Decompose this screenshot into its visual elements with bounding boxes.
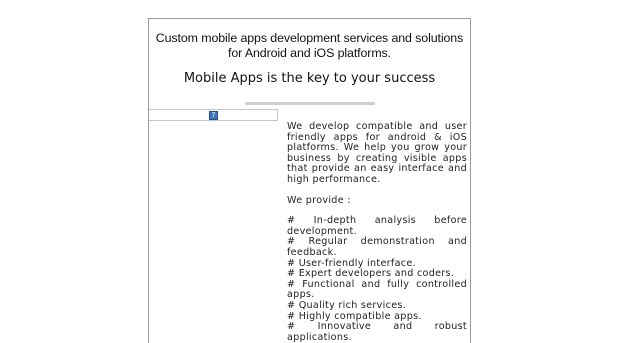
broken-image-icon: ? (209, 111, 218, 120)
list-item: # In-depth analysis before development. (287, 215, 467, 237)
provide-label: We provide : (287, 194, 351, 206)
image-placeholder: ? (149, 109, 278, 121)
divider (245, 102, 375, 105)
services-list: # In-depth analysis before development. … (287, 215, 467, 343)
list-item: # Quality rich services. (287, 299, 407, 311)
content-frame: Custom mobile apps development services … (148, 18, 471, 343)
page-headline: Custom mobile apps development services … (155, 31, 464, 60)
services-description: We develop compatible and user friendly … (287, 121, 467, 343)
list-item: # Innovative and robust applications. (287, 321, 467, 343)
intro-paragraph: We develop compatible and user friendly … (287, 121, 467, 185)
list-item: # Regular demonstration and feedback. (287, 236, 467, 258)
page-subheadline: Mobile Apps is the key to your success (183, 71, 436, 86)
list-item: # Functional and fully controlled apps. (287, 278, 467, 301)
